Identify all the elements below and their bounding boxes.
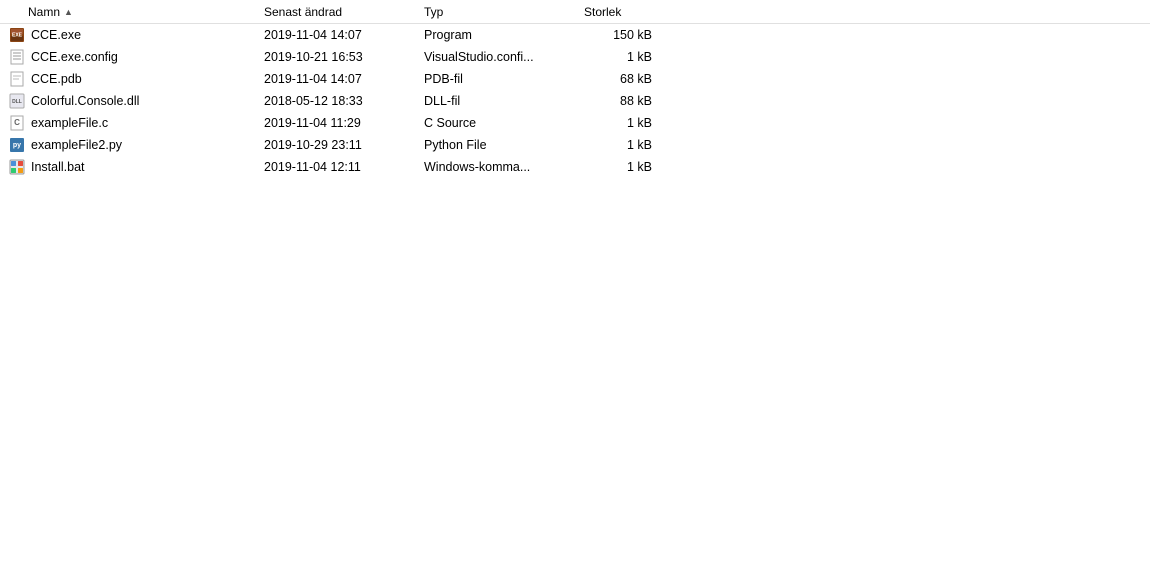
file-name-cell: EXE CCE.exe bbox=[0, 26, 260, 44]
file-icon bbox=[8, 70, 26, 88]
file-date: 2019-11-04 14:07 bbox=[260, 28, 420, 42]
col-header-name[interactable]: Namn ▲ bbox=[0, 5, 260, 19]
col-date-label: Senast ändrad bbox=[264, 5, 342, 19]
table-row[interactable]: CCE.pdb 2019-11-04 14:07 PDB-fil 68 kB bbox=[0, 68, 1150, 90]
col-type-label: Typ bbox=[424, 5, 443, 19]
file-date: 2019-10-29 23:11 bbox=[260, 138, 420, 152]
table-row[interactable]: py exampleFile2.py 2019-10-29 23:11 Pyth… bbox=[0, 134, 1150, 156]
file-date: 2018-05-12 18:33 bbox=[260, 94, 420, 108]
file-name-cell: Install.bat bbox=[0, 158, 260, 176]
file-size: 1 kB bbox=[580, 50, 660, 64]
file-name: CCE.exe.config bbox=[31, 50, 118, 64]
file-date: 2019-11-04 12:11 bbox=[260, 160, 420, 174]
file-type: VisualStudio.confi... bbox=[420, 50, 580, 64]
file-name: Colorful.Console.dll bbox=[31, 94, 139, 108]
file-type: C Source bbox=[420, 116, 580, 130]
file-name: exampleFile2.py bbox=[31, 138, 122, 152]
file-name: CCE.pdb bbox=[31, 72, 82, 86]
file-icon: C bbox=[8, 114, 26, 132]
file-size: 68 kB bbox=[580, 72, 660, 86]
file-explorer: Namn ▲ Senast ändrad Typ Storlek EXE CCE… bbox=[0, 0, 1150, 588]
svg-text:EXE: EXE bbox=[12, 32, 23, 38]
file-name: CCE.exe bbox=[31, 28, 81, 42]
file-icon: EXE bbox=[8, 26, 26, 44]
file-size: 150 kB bbox=[580, 28, 660, 42]
col-header-date[interactable]: Senast ändrad bbox=[260, 5, 420, 19]
sort-arrow-icon: ▲ bbox=[64, 7, 73, 17]
column-headers: Namn ▲ Senast ändrad Typ Storlek bbox=[0, 0, 1150, 24]
file-name-cell: C exampleFile.c bbox=[0, 114, 260, 132]
file-name: exampleFile.c bbox=[31, 116, 108, 130]
file-list: EXE CCE.exe 2019-11-04 14:07 Program 150… bbox=[0, 24, 1150, 178]
file-icon bbox=[8, 48, 26, 66]
col-header-size[interactable]: Storlek bbox=[580, 5, 660, 19]
file-date: 2019-11-04 11:29 bbox=[260, 116, 420, 130]
file-name: Install.bat bbox=[31, 160, 85, 174]
svg-text:py: py bbox=[13, 142, 21, 149]
file-date: 2019-11-04 14:07 bbox=[260, 72, 420, 86]
file-icon: py bbox=[8, 136, 26, 154]
file-size: 1 kB bbox=[580, 138, 660, 152]
file-type: PDB-fil bbox=[420, 72, 580, 86]
file-size: 1 kB bbox=[580, 160, 660, 174]
svg-text:C: C bbox=[14, 118, 20, 127]
table-row[interactable]: DLL Colorful.Console.dll 2018-05-12 18:3… bbox=[0, 90, 1150, 112]
file-name-cell: DLL Colorful.Console.dll bbox=[0, 92, 260, 110]
table-row[interactable]: C exampleFile.c 2019-11-04 11:29 C Sourc… bbox=[0, 112, 1150, 134]
col-name-label: Namn bbox=[28, 5, 60, 19]
file-type: Program bbox=[420, 28, 580, 42]
svg-text:DLL: DLL bbox=[12, 99, 22, 105]
file-size: 1 kB bbox=[580, 116, 660, 130]
col-size-label: Storlek bbox=[584, 5, 621, 19]
file-date: 2019-10-21 16:53 bbox=[260, 50, 420, 64]
file-size: 88 kB bbox=[580, 94, 660, 108]
file-name-cell: py exampleFile2.py bbox=[0, 136, 260, 154]
table-row[interactable]: EXE CCE.exe 2019-11-04 14:07 Program 150… bbox=[0, 24, 1150, 46]
table-row[interactable]: CCE.exe.config 2019-10-21 16:53 VisualSt… bbox=[0, 46, 1150, 68]
file-icon: DLL bbox=[8, 92, 26, 110]
file-name-cell: CCE.exe.config bbox=[0, 48, 260, 66]
file-type: DLL-fil bbox=[420, 94, 580, 108]
file-icon bbox=[8, 158, 26, 176]
file-type: Windows-komma... bbox=[420, 160, 580, 174]
col-header-type[interactable]: Typ bbox=[420, 5, 580, 19]
file-type: Python File bbox=[420, 138, 580, 152]
table-row[interactable]: Install.bat 2019-11-04 12:11 Windows-kom… bbox=[0, 156, 1150, 178]
file-name-cell: CCE.pdb bbox=[0, 70, 260, 88]
